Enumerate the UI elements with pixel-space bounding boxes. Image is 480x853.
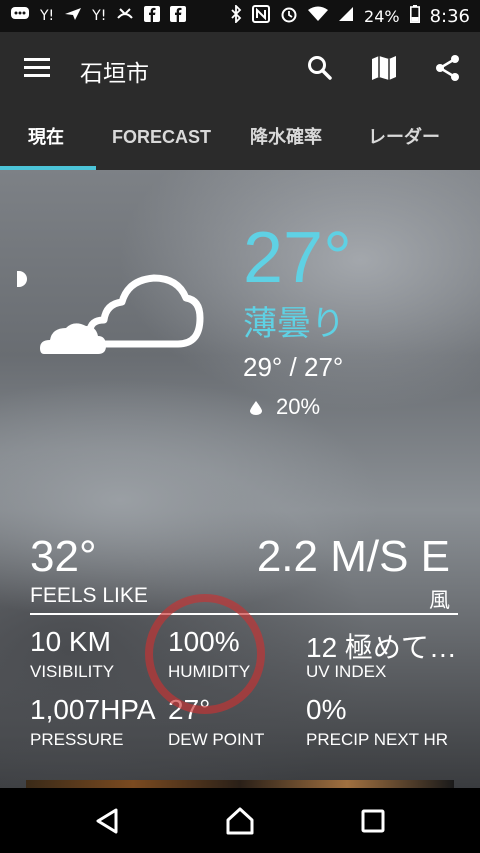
home-icon[interactable] — [225, 806, 255, 836]
raindrop-icon — [250, 400, 262, 415]
battery-icon — [409, 5, 420, 27]
status-icons-left: Y! Y! — [10, 6, 187, 26]
visibility-label: VISIBILITY — [30, 662, 115, 681]
ad-banner-edge[interactable] — [26, 780, 454, 788]
status-icons-right: 24% 8:36 — [230, 3, 470, 27]
recents-icon[interactable] — [358, 806, 388, 836]
app-bar: 石垣市 — [0, 32, 480, 104]
uv-index-value: 12 極めて… — [306, 632, 457, 663]
tab-forecast[interactable]: FORECAST — [112, 104, 211, 170]
precip-next-hr-value: 0% — [306, 694, 347, 725]
bluetooth-icon — [230, 3, 242, 27]
feels-like-label: FEELS LIKE — [30, 584, 148, 607]
battery-percent: 24% — [364, 6, 400, 26]
high-low-temperature: 29° / 27° — [243, 352, 344, 382]
precip-next-hr-label: PRECIP NEXT HR — [306, 730, 449, 749]
tab-precip-probability[interactable]: 降水確率 — [250, 104, 322, 170]
share-icon[interactable] — [434, 54, 462, 82]
current-temperature: 27° — [243, 218, 352, 298]
tab-radar[interactable]: レーダー — [368, 104, 440, 170]
uv-index-label: UV INDEX — [306, 662, 387, 681]
wind-label: 風 — [429, 588, 450, 612]
feels-like-value: 32° — [30, 532, 97, 581]
search-icon[interactable] — [306, 54, 334, 82]
tap-highlight-ring — [145, 594, 265, 714]
signal-icon — [338, 6, 354, 26]
tab-bar: 現在 FORECAST 降水確率 レーダー — [0, 104, 480, 170]
facebook-icon — [170, 6, 187, 26]
condition-text: 薄曇り — [243, 304, 345, 344]
yahoo-icon: Y! — [92, 8, 107, 24]
pressure-value: 1,007HPA — [30, 694, 156, 725]
map-icon[interactable] — [370, 54, 398, 82]
partly-cloudy-night-icon — [38, 270, 204, 360]
nfc-icon — [252, 5, 271, 27]
current-weather-panel: 27° 薄曇り 29° / 27° 20% 32° FEELS LIKE 2.2… — [0, 170, 480, 788]
moon-icon — [17, 271, 27, 287]
tab-current[interactable]: 現在 — [28, 104, 64, 170]
yahoo-icon: Y! — [40, 8, 55, 24]
missed-call-icon — [116, 6, 134, 26]
precip-chance: 20% — [250, 394, 320, 420]
system-nav-bar — [0, 788, 480, 853]
dew-point-label: DEW POINT — [168, 730, 265, 749]
wind-value: 2.2 M/S E — [256, 532, 450, 581]
pressure-label: PRESSURE — [30, 730, 124, 749]
alarm-icon — [280, 5, 298, 27]
facebook-icon — [144, 6, 161, 26]
visibility-value: 10 KM — [30, 626, 111, 657]
clock: 8:36 — [429, 5, 470, 27]
precip-chance-value: 20% — [276, 394, 321, 419]
menu-icon[interactable] — [24, 58, 50, 78]
status-bar: Y! Y! 24% 8:36 — [0, 0, 480, 32]
wifi-icon — [308, 6, 329, 26]
page-title: 石垣市 — [80, 61, 149, 87]
chat-icon — [10, 6, 30, 26]
back-icon[interactable] — [92, 806, 122, 836]
send-icon — [64, 7, 82, 25]
